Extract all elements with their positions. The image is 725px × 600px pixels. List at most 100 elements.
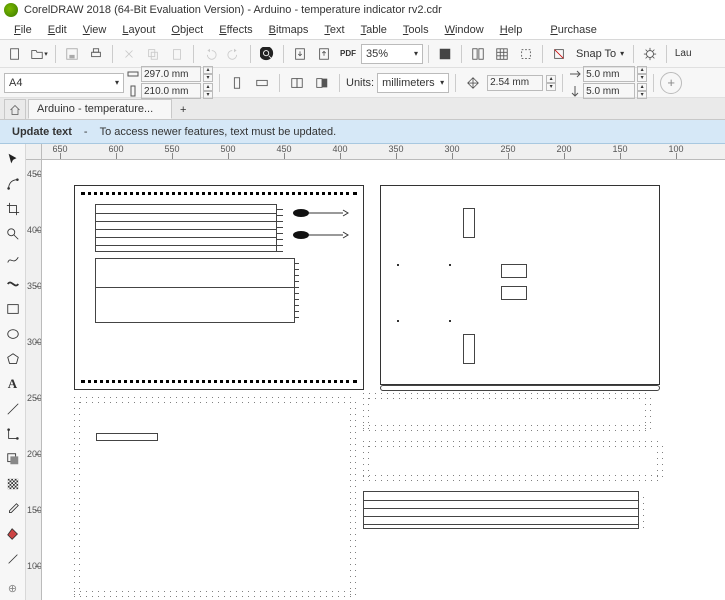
add-button[interactable]: + xyxy=(660,72,682,94)
nudge-spinner[interactable]: ▴▾ xyxy=(546,75,556,91)
save-button[interactable] xyxy=(61,43,83,65)
current-page-button[interactable] xyxy=(311,72,333,94)
expand-toolbox[interactable]: ⊕ xyxy=(2,577,24,599)
options-button[interactable] xyxy=(639,43,661,65)
import-button[interactable] xyxy=(289,43,311,65)
drawing-canvas[interactable] xyxy=(42,160,725,600)
menu-text[interactable]: Text xyxy=(316,22,352,38)
pdf-button[interactable]: PDF xyxy=(337,43,359,65)
rectangle-tool[interactable] xyxy=(2,298,24,320)
fill-tool[interactable] xyxy=(2,523,24,545)
menu-view[interactable]: View xyxy=(75,22,115,38)
shape-tool[interactable] xyxy=(2,173,24,195)
print-button[interactable] xyxy=(85,43,107,65)
redo-button[interactable] xyxy=(223,43,245,65)
separator xyxy=(562,74,563,92)
ruler-h-label: 450 xyxy=(276,144,291,154)
copy-button[interactable] xyxy=(142,43,164,65)
artistic-media-tool[interactable] xyxy=(2,273,24,295)
zigzag-edge xyxy=(350,397,356,597)
dup-x-input[interactable]: 5.0 mm xyxy=(583,66,635,82)
zoom-value: 35% xyxy=(366,48,388,60)
eyedropper-tool[interactable] xyxy=(2,498,24,520)
drop-shadow-tool[interactable] xyxy=(2,448,24,470)
nudge-input[interactable]: 2.54 mm xyxy=(487,75,543,91)
hint-action[interactable]: Update text xyxy=(12,126,72,138)
parallel-dim-tool[interactable] xyxy=(2,398,24,420)
dot xyxy=(397,264,399,266)
crop-tool[interactable] xyxy=(2,198,24,220)
fullscreen-button[interactable] xyxy=(434,43,456,65)
units-label: Units: xyxy=(346,77,374,89)
grid-button[interactable] xyxy=(467,43,489,65)
vertical-ruler[interactable]: 450400350300250200150100 xyxy=(26,160,42,600)
probe-shape-1 xyxy=(293,208,349,216)
ruler-v-label: 200 xyxy=(27,449,42,459)
menu-help[interactable]: Help xyxy=(492,22,531,38)
page-size-value: A4 xyxy=(9,77,22,89)
zoom-tool[interactable] xyxy=(2,223,24,245)
dup-y-input[interactable]: 5.0 mm xyxy=(583,83,635,99)
strip-3 xyxy=(363,491,639,529)
zoom-dropdown[interactable]: 35%▾ xyxy=(361,44,423,64)
menu-file[interactable]: File xyxy=(6,22,40,38)
width-spinner[interactable]: ▴▾ xyxy=(203,66,213,82)
new-tab-button[interactable]: + xyxy=(174,101,192,119)
dup-y-spinner[interactable]: ▴▾ xyxy=(637,83,647,99)
dup-x-spinner[interactable]: ▴▾ xyxy=(637,66,647,82)
search-button[interactable] xyxy=(256,43,278,65)
menu-layout[interactable]: Layout xyxy=(114,22,163,38)
portrait-button[interactable] xyxy=(226,72,248,94)
document-tab[interactable]: Arduino - temperature... xyxy=(28,99,172,119)
ruler-h-label: 550 xyxy=(164,144,179,154)
units-value: millimeters xyxy=(382,77,435,89)
all-pages-button[interactable] xyxy=(286,72,308,94)
strip-1 xyxy=(363,393,651,431)
snapoff-button[interactable] xyxy=(548,43,570,65)
outline-tool[interactable] xyxy=(2,548,24,570)
dot xyxy=(449,320,451,322)
menu-table[interactable]: Table xyxy=(353,22,395,38)
freehand-tool[interactable] xyxy=(2,248,24,270)
ruler-h-label: 100 xyxy=(668,144,683,154)
menu-effects[interactable]: Effects xyxy=(211,22,260,38)
new-button[interactable] xyxy=(4,43,26,65)
horizontal-ruler[interactable]: 650600550500450400350300250200150100 xyxy=(42,144,725,160)
ruler-h-label: 650 xyxy=(52,144,67,154)
connector-tool[interactable] xyxy=(2,423,24,445)
open-button[interactable]: ▾ xyxy=(28,43,50,65)
ellipse-tool[interactable] xyxy=(2,323,24,345)
landscape-button[interactable] xyxy=(251,72,273,94)
text-tool[interactable]: A xyxy=(2,373,24,395)
menu-edit[interactable]: Edit xyxy=(40,22,75,38)
paste-button[interactable] xyxy=(166,43,188,65)
guides-button[interactable] xyxy=(515,43,537,65)
grid2-button[interactable] xyxy=(491,43,513,65)
welcome-tab[interactable] xyxy=(4,99,26,119)
snap-to-dropdown[interactable]: Snap To▾ xyxy=(572,44,628,64)
dup-x-icon xyxy=(569,68,581,80)
page-size-dropdown[interactable]: A4▾ xyxy=(4,73,124,93)
units-dropdown[interactable]: millimeters▾ xyxy=(377,73,449,93)
canvas-area: 650600550500450400350300250200150100 450… xyxy=(26,144,725,600)
pick-tool[interactable] xyxy=(2,148,24,170)
striped-region xyxy=(95,204,277,252)
cut-button[interactable] xyxy=(118,43,140,65)
menu-purchase[interactable]: Purchase xyxy=(542,22,604,38)
export-button[interactable] xyxy=(313,43,335,65)
polygon-tool[interactable] xyxy=(2,348,24,370)
height-spinner[interactable]: ▴▾ xyxy=(203,83,213,99)
launch-button[interactable]: Lau xyxy=(672,43,694,65)
separator xyxy=(55,45,56,63)
menu-window[interactable]: Window xyxy=(437,22,492,38)
ruler-h-label: 500 xyxy=(220,144,235,154)
ruler-v-label: 450 xyxy=(27,169,42,179)
menu-object[interactable]: Object xyxy=(163,22,211,38)
transparency-tool[interactable] xyxy=(2,473,24,495)
menu-bitmaps[interactable]: Bitmaps xyxy=(261,22,317,38)
undo-button[interactable] xyxy=(199,43,221,65)
page-width-input[interactable]: 297.0 mm xyxy=(141,66,201,82)
menu-tools[interactable]: Tools xyxy=(395,22,437,38)
page-height-input[interactable]: 210.0 mm xyxy=(141,83,201,99)
ruler-origin[interactable] xyxy=(26,144,42,160)
